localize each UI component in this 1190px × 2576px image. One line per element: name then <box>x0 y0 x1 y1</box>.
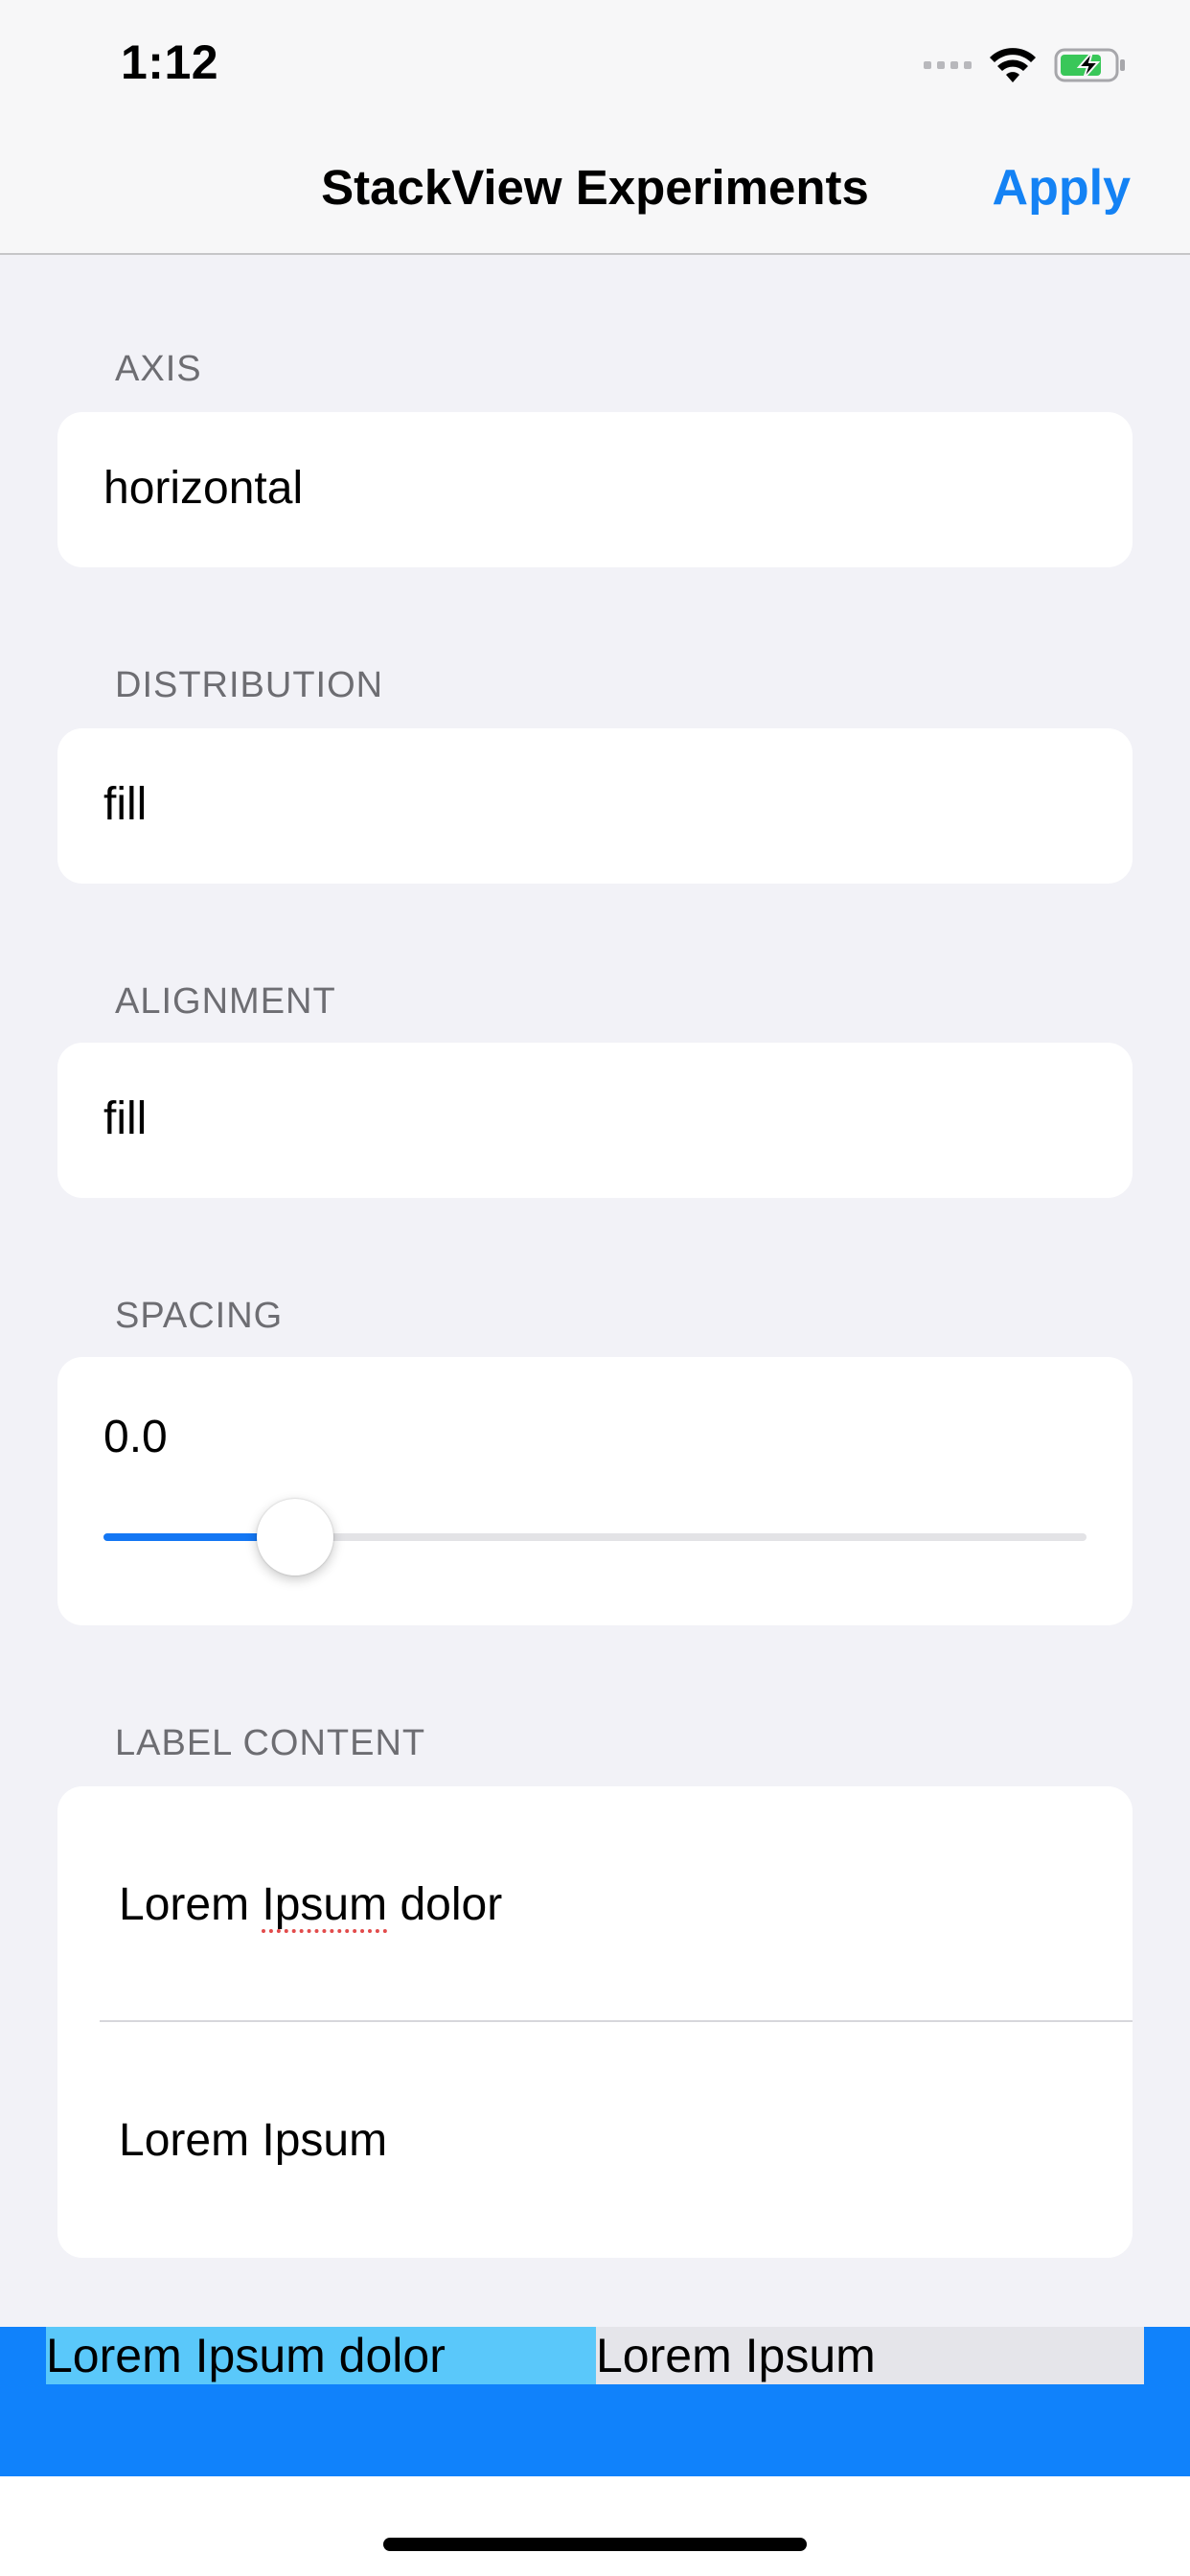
distribution-value: fill <box>103 779 148 830</box>
apply-button[interactable]: Apply <box>993 159 1131 217</box>
alignment-value: fill <box>103 1093 148 1144</box>
axis-header: AXIS <box>115 349 202 389</box>
home-indicator <box>383 2538 807 2551</box>
stack-view-preview: Lorem Ipsum dolor Lorem Ipsum <box>0 2327 1190 2476</box>
spacing-card: 0.0 <box>57 1357 1133 1625</box>
navigation-bar: 1:12 StackView Experiments Apply <box>0 0 1190 255</box>
cellular-signal-icon <box>924 61 972 69</box>
spacing-slider-thumb[interactable] <box>257 1499 334 1576</box>
screen: 1:12 StackView Experiments Apply AXIS ho… <box>0 0 1190 2576</box>
status-icons <box>924 44 1127 86</box>
alignment-picker[interactable]: fill <box>57 1043 1133 1198</box>
spellcheck-underline: Ipsum <box>262 1879 388 1930</box>
label-content-card: Lorem Ipsum dolor Lorem Ipsum <box>57 1786 1133 2258</box>
distribution-picker[interactable]: fill <box>57 728 1133 884</box>
alignment-header: ALIGNMENT <box>115 981 336 1022</box>
battery-charging-icon <box>1054 48 1125 82</box>
status-time: 1:12 <box>121 35 219 89</box>
spacing-value: 0.0 <box>103 1412 168 1462</box>
home-area <box>0 2476 1190 2576</box>
spacing-header: SPACING <box>115 1296 284 1336</box>
wifi-icon <box>990 48 1036 82</box>
preview-label-1: Lorem Ipsum dolor <box>46 2327 596 2384</box>
distribution-header: DISTRIBUTION <box>115 665 384 705</box>
axis-value: horizontal <box>103 463 304 514</box>
label-content-field-1[interactable]: Lorem Ipsum dolor <box>57 1786 1133 2020</box>
spacing-slider[interactable] <box>103 1533 1087 1541</box>
preview-label-2: Lorem Ipsum <box>596 2327 1144 2384</box>
axis-picker[interactable]: horizontal <box>57 412 1133 567</box>
label-content-text-2[interactable]: Lorem Ipsum <box>119 2114 387 2167</box>
label-content-text-1[interactable]: Lorem Ipsum dolor <box>119 1878 502 1931</box>
label-content-header: LABEL CONTENT <box>115 1723 426 1763</box>
label-content-field-2[interactable]: Lorem Ipsum <box>57 2022 1133 2256</box>
